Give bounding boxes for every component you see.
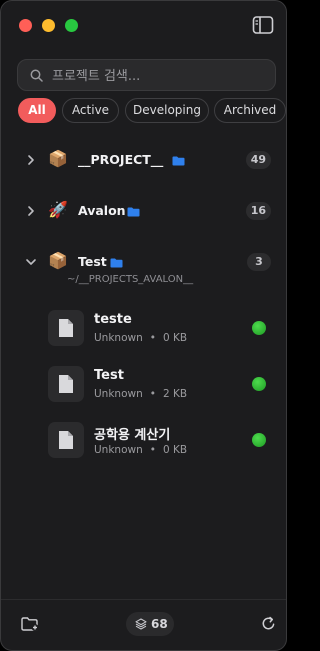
total-count-badge: 68 [126,612,174,636]
folder-icon[interactable] [172,156,185,166]
search-input[interactable] [50,60,269,92]
file-meta: Unknown • 2 KB [94,388,188,400]
folder-icon[interactable] [127,207,140,217]
project-count-badge: 49 [245,151,271,169]
file-meta: Unknown • 0 KB [94,444,188,456]
filter-chips: All Active Developing Archived [18,98,286,124]
search-box[interactable] [17,59,276,92]
chevron-right-icon[interactable] [25,154,37,166]
file-document-icon [48,310,84,346]
file-size: 0 KB [162,332,188,344]
file-name: Test [94,368,124,383]
chevron-right-icon[interactable] [25,205,37,217]
package-icon: 📦 [48,149,68,168]
title-bar [1,1,286,49]
filter-all-chip[interactable]: All [18,98,56,123]
sidebar-toggle-icon[interactable] [252,15,274,35]
filter-archived-chip[interactable]: Archived [214,98,286,123]
file-document-icon [48,366,84,402]
file-status: Unknown [94,332,143,344]
project-count-badge: 16 [245,202,271,220]
file-size: 0 KB [162,444,188,456]
minimize-window-button[interactable] [42,19,55,32]
file-row[interactable]: 공학용 계산기 Unknown • 0 KB [1,422,286,458]
file-row[interactable]: Test Unknown • 2 KB [1,366,286,402]
project-name: Avalon [78,203,126,218]
refresh-icon[interactable] [261,616,276,631]
close-window-button[interactable] [19,19,32,32]
file-row[interactable]: teste Unknown • 0 KB [1,310,286,346]
file-name: 공학용 계산기 [94,428,171,443]
project-name: __PROJECT__ [78,152,164,167]
zoom-window-button[interactable] [65,19,78,32]
layers-icon [135,618,147,630]
total-count: 68 [151,617,168,631]
project-row[interactable]: 🚀 Avalon 16 [1,200,286,222]
file-document-icon [48,422,84,458]
rocket-icon: 🚀 [48,200,68,219]
project-row-expanded[interactable]: 📦 Test 3 ~/__PROJECTS_AVALON__ [1,251,286,285]
footer-bar: 68 [1,599,286,650]
file-name: teste [94,312,132,327]
project-count-badge: 3 [247,253,271,271]
status-indicator [252,433,266,447]
search-icon [30,69,43,82]
project-name: Test [78,254,107,269]
app-window: All Active Developing Archived 📦 __PROJE… [0,0,287,651]
file-size: 2 KB [162,388,188,400]
chevron-down-icon[interactable] [25,256,37,268]
file-status: Unknown [94,444,143,456]
new-folder-icon[interactable] [21,617,39,631]
filter-active-chip[interactable]: Active [62,98,119,123]
status-indicator [252,321,266,335]
file-meta: Unknown • 0 KB [94,332,188,344]
folder-icon[interactable] [110,258,123,268]
file-status: Unknown [94,388,143,400]
package-icon: 📦 [48,251,68,270]
project-path: ~/__PROJECTS_AVALON__ [67,274,194,285]
status-indicator [252,377,266,391]
filter-developing-chip[interactable]: Developing [125,98,209,123]
project-row[interactable]: 📦 __PROJECT__ 49 [1,149,286,171]
